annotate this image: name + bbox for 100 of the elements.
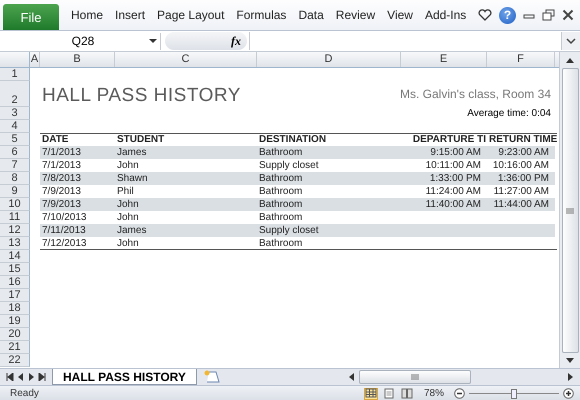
table-cell-text: Bathroom <box>258 173 304 184</box>
table-cell-text: 11:44:00 AM <box>492 199 550 210</box>
table-cell-text: 10:11:00 AM <box>424 160 482 171</box>
table-cell-text: 11:27:00 AM <box>492 186 550 197</box>
ribbon-tab[interactable]: Page Layout <box>151 4 230 26</box>
ribbon-tab[interactable]: Review <box>330 4 382 26</box>
row-number: 3 <box>0 107 30 120</box>
table-cell-text: 7/1/2013 <box>41 147 82 158</box>
table-cell-text: Bathroom <box>258 212 304 223</box>
ribbon-tab[interactable]: Add-Ins <box>418 4 472 26</box>
column-letter[interactable]: B <box>40 52 115 67</box>
file-tab[interactable]: File <box>3 4 59 30</box>
row-number: 6 <box>0 146 30 159</box>
table-cell-text: 11:24:00 AM <box>424 186 482 197</box>
column-header: STUDENT <box>116 134 166 145</box>
table-cell-text: Bathroom <box>258 199 304 210</box>
column-letter[interactable]: C <box>115 52 257 67</box>
table-cell-text: Bathroom <box>258 186 304 197</box>
table-cell-text: 7/11/2013 <box>41 225 87 236</box>
zoom-level[interactable]: 78% <box>418 388 450 399</box>
slider-thumb[interactable] <box>511 388 517 398</box>
column-letter[interactable]: F <box>487 52 555 67</box>
view-button[interactable] <box>400 388 414 400</box>
table-cell-text: 9:23:00 AM <box>497 147 550 158</box>
column-header: DESTINATION <box>258 134 328 145</box>
table-cell-text: John <box>116 238 140 249</box>
table-cell-text: 1:33:00 PM <box>428 173 482 184</box>
column-letter[interactable]: D <box>257 52 401 67</box>
last-sheet-icon[interactable] <box>38 373 46 381</box>
name-box[interactable]: Q28 <box>0 32 161 50</box>
vertical-scrollbar[interactable] <box>559 52 580 368</box>
row-number: 16 <box>0 276 30 289</box>
table-cell-text: James <box>116 147 148 158</box>
table-cell-text: 9:15:00 AM <box>429 147 482 158</box>
first-sheet-icon[interactable] <box>6 373 14 381</box>
row-number: 22 <box>0 354 30 367</box>
restore-icon[interactable] <box>542 9 555 21</box>
table-cell-text: Shawn <box>116 173 149 184</box>
insert-function-button[interactable]: fx <box>231 34 241 48</box>
table-cell-text: Phil <box>116 186 135 197</box>
ribbon-tab[interactable]: Insert <box>109 4 152 26</box>
row-number: 4 <box>0 120 30 133</box>
close-icon[interactable] <box>562 9 574 21</box>
row-number: 5 <box>0 133 30 146</box>
column-letter[interactable]: E <box>401 52 487 67</box>
row-number: 18 <box>0 302 30 315</box>
sheet-title: HALL PASS HISTORY <box>41 85 242 107</box>
table-cell-text: 7/1/2013 <box>41 160 82 171</box>
table-cell-text: 10:16:00 AM <box>492 160 550 171</box>
table-cell-text: 11:40:00 AM <box>424 199 482 210</box>
row-number: 13 <box>0 237 30 250</box>
table-cell-text: Bathroom <box>258 147 304 158</box>
table-cell-text: 7/10/2013 <box>41 212 88 223</box>
row-number: 17 <box>0 289 30 302</box>
table-cell-text: Supply closet <box>258 160 320 171</box>
ribbon-tab[interactable]: Home <box>65 4 110 26</box>
average-time: Average time: 0:04 <box>467 108 552 119</box>
row-number: 7 <box>0 159 30 172</box>
table-cell-text: James <box>116 225 148 236</box>
grip-icon <box>566 208 574 214</box>
table-cell-text: 7/12/2013 <box>41 238 88 249</box>
table-cell-text: Bathroom <box>258 238 304 249</box>
ribbon-tab[interactable]: View <box>381 4 419 26</box>
row-number: 11 <box>0 211 30 224</box>
status-text: Ready <box>9 388 39 399</box>
class-label: Ms. Galvin's class, Room 34 <box>400 87 552 101</box>
row-number: 1 <box>0 68 30 81</box>
row-number: 19 <box>0 315 30 328</box>
ribbon-tab[interactable]: Data <box>292 4 330 26</box>
row-number: 14 <box>0 250 30 263</box>
up-arrow-icon[interactable] <box>565 56 576 64</box>
row-number: 2 <box>0 81 30 107</box>
table-cell-text: 7/9/2013 <box>41 186 82 197</box>
row-number: 21 <box>0 341 30 354</box>
column-letter[interactable]: A <box>30 52 40 67</box>
grip-icon <box>411 374 419 380</box>
row-number: 10 <box>0 198 30 211</box>
column-header: DEPARTURE TI <box>412 134 487 145</box>
previous-sheet-icon[interactable] <box>18 373 24 381</box>
view-button[interactable] <box>382 388 396 400</box>
table-cell-text: 7/9/2013 <box>41 199 82 210</box>
ribbon-tab[interactable]: Formulas <box>230 4 292 26</box>
table-cell-text: John <box>116 160 140 171</box>
zoom-in-icon[interactable] <box>563 388 574 399</box>
table-cell-text: 7/8/2013 <box>41 173 82 184</box>
table-cell-text: Supply closet <box>258 225 320 236</box>
row-number: 9 <box>0 185 30 198</box>
row-number: 15 <box>0 263 30 276</box>
zoom-out-icon[interactable] <box>454 388 465 399</box>
table-cell-text: 1:36:00 PM <box>496 173 550 184</box>
horizontal-scrollbar[interactable] <box>359 370 471 384</box>
expand-icon[interactable] <box>566 37 576 45</box>
sheet-tab[interactable]: HALL PASS HISTORY <box>52 369 197 385</box>
table-cell-text: John <box>116 212 140 223</box>
view-button[interactable] <box>364 388 378 400</box>
heart-icon[interactable] <box>478 9 492 21</box>
column-header: RETURN TIME <box>488 134 555 145</box>
next-sheet-icon[interactable] <box>28 373 34 381</box>
down-arrow-icon[interactable] <box>565 357 576 365</box>
column-header: DATE <box>41 134 70 145</box>
